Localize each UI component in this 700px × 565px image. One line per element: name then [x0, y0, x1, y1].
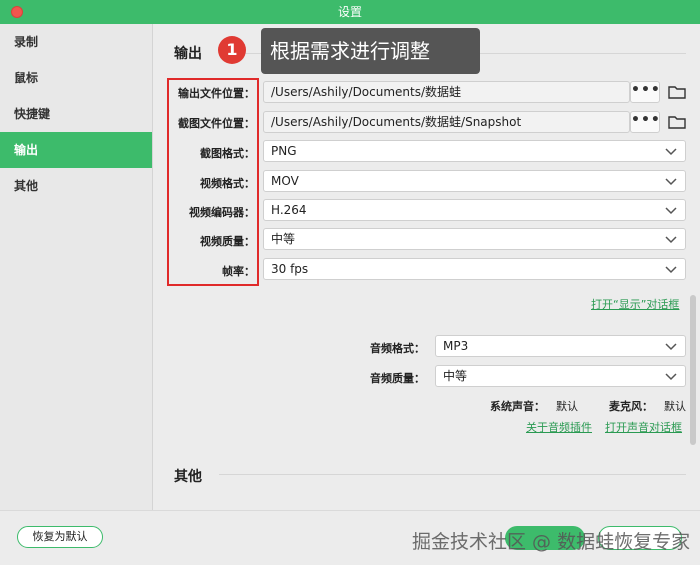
video-quality-value: 中等 — [271, 232, 296, 246]
chevron-down-icon — [665, 148, 677, 156]
microphone-label: 麦克风： — [609, 400, 653, 413]
sidebar-item-mouse[interactable]: 鼠标 — [0, 60, 152, 96]
open-display-dialog-link[interactable]: 打开“显示”对话框 — [591, 296, 679, 312]
section-title-output: 输出 — [174, 46, 202, 62]
video-path-label: 输出文件位置： — [178, 87, 255, 100]
close-window-icon[interactable] — [11, 6, 23, 18]
open-sound-dialog-link[interactable]: 打开声音对话框 — [605, 419, 682, 435]
screenshot-format-label: 截图格式： — [200, 147, 255, 160]
system-audio-value: 默认 — [556, 400, 578, 413]
chevron-down-icon — [665, 343, 677, 351]
chevron-down-icon — [665, 266, 677, 274]
window-titlebar: 设置 — [0, 0, 700, 24]
audio-format-select[interactable]: MP3 — [435, 335, 686, 357]
sidebar-item-label: 输出 — [14, 143, 39, 157]
watermark: 掘金技术社区 @ 数据蛙恢复专家 — [412, 531, 691, 553]
video-format-select[interactable]: MOV — [263, 170, 686, 192]
sidebar-item-shortcuts[interactable]: 快捷键 — [0, 96, 152, 132]
section-divider — [219, 474, 686, 475]
annotation-tooltip: 根据需求进行调整 — [261, 28, 480, 74]
sidebar: 录制 鼠标 快捷键 输出 其他 — [0, 24, 153, 510]
folder-icon[interactable] — [668, 85, 686, 99]
screenshot-format-select[interactable]: PNG — [263, 140, 686, 162]
section-title-other: 其他 — [174, 469, 202, 485]
sidebar-item-label: 其他 — [14, 179, 39, 193]
audio-plugin-link[interactable]: 关于音频插件 — [526, 419, 592, 435]
sidebar-item-label: 鼠标 — [14, 71, 39, 85]
browse-snapshot-path-button[interactable]: ••• — [630, 111, 660, 133]
footer-bar: 恢复为默认 掘金技术社区 @ 数据蛙恢复专家 — [0, 510, 700, 565]
chevron-down-icon — [665, 178, 677, 186]
snapshot-path-input[interactable]: /Users/Ashily/Documents/数据蛙/Snapshot — [263, 111, 630, 133]
video-codec-value: H.264 — [271, 203, 307, 217]
folder-icon[interactable] — [668, 115, 686, 129]
step-badge: 1 — [218, 36, 246, 64]
microphone-value: 默认 — [664, 400, 686, 413]
video-quality-label: 视频质量： — [200, 235, 255, 248]
chevron-down-icon — [665, 236, 677, 244]
sidebar-item-other[interactable]: 其他 — [0, 168, 152, 204]
video-format-label: 视频格式： — [200, 177, 255, 190]
system-audio-label: 系统声音： — [490, 400, 545, 413]
frame-rate-label: 帧率： — [222, 265, 255, 278]
video-codec-label: 视频编码器： — [189, 206, 255, 219]
scrollbar[interactable] — [690, 295, 696, 445]
video-quality-select[interactable]: 中等 — [263, 228, 686, 250]
video-path-input[interactable]: /Users/Ashily/Documents/数据蛙 — [263, 81, 630, 103]
audio-format-value: MP3 — [443, 339, 469, 353]
reset-defaults-button[interactable]: 恢复为默认 — [17, 526, 103, 548]
sidebar-item-label: 录制 — [14, 35, 39, 49]
audio-quality-select[interactable]: 中等 — [435, 365, 686, 387]
audio-format-label: 音频格式： — [370, 342, 425, 355]
chevron-down-icon — [665, 207, 677, 215]
browse-video-path-button[interactable]: ••• — [630, 81, 660, 103]
snapshot-path-label: 截图文件位置： — [178, 117, 255, 130]
audio-quality-value: 中等 — [443, 369, 468, 383]
chevron-down-icon — [665, 373, 677, 381]
screenshot-format-value: PNG — [271, 144, 297, 158]
frame-rate-value: 30 fps — [271, 262, 309, 276]
frame-rate-select[interactable]: 30 fps — [263, 258, 686, 280]
window-title: 设置 — [337, 5, 362, 19]
video-format-value: MOV — [271, 174, 299, 188]
video-codec-select[interactable]: H.264 — [263, 199, 686, 221]
sidebar-item-record[interactable]: 录制 — [0, 24, 152, 60]
sidebar-item-output[interactable]: 输出 — [0, 132, 152, 168]
sidebar-item-label: 快捷键 — [14, 107, 51, 121]
audio-quality-label: 音频质量： — [370, 372, 425, 385]
